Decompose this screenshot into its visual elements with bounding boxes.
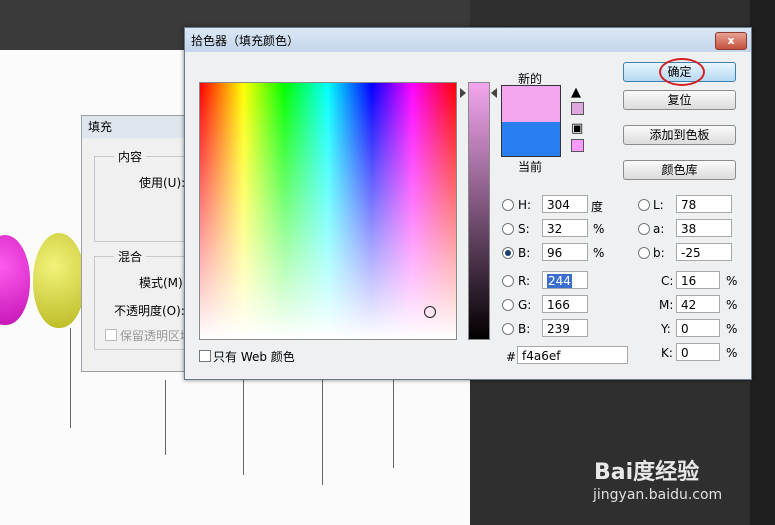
c-field[interactable]: 16 — [676, 271, 720, 289]
y-label: Y: — [661, 322, 671, 336]
k-unit: % — [726, 346, 738, 360]
watermark-url: jingyan.baidu.com — [593, 487, 723, 503]
current-color-label: 当前 — [518, 160, 543, 174]
l-field[interactable]: 78 — [676, 195, 732, 213]
use-label: 使用(U): — [139, 176, 186, 190]
brightness-slider[interactable] — [468, 82, 490, 340]
balloon-magenta — [0, 235, 30, 325]
mode-label: 模式(M): — [139, 276, 187, 290]
lab-b-label: b: — [653, 246, 665, 260]
k-label: K: — [661, 346, 673, 360]
y-field[interactable]: 0 — [676, 319, 720, 337]
m-field[interactable]: 42 — [676, 295, 720, 313]
h-field[interactable]: 304 — [542, 195, 588, 213]
swatch-frame — [501, 85, 561, 157]
radio-lab-b[interactable] — [638, 247, 650, 259]
radio-g[interactable] — [502, 299, 514, 311]
web-cube-icon[interactable]: ▣ — [571, 121, 583, 136]
hex-label: # — [506, 350, 517, 364]
web-only-label: 只有 Web 颜色 — [213, 350, 295, 364]
preserve-checkbox[interactable] — [105, 329, 117, 341]
h-unit: 度 — [591, 200, 604, 214]
content-group-label: 内容 — [114, 148, 147, 165]
s-field[interactable]: 32 — [542, 219, 588, 237]
balloon-yellow — [33, 233, 85, 328]
r-field-value: 244 — [547, 274, 572, 288]
gamut-warning-icon[interactable]: ▲ — [571, 85, 581, 100]
web-only-checkbox[interactable] — [199, 350, 211, 362]
s-unit: % — [593, 222, 605, 236]
radio-r[interactable] — [502, 275, 514, 287]
lab-b-field[interactable]: -25 — [676, 243, 732, 261]
color-picker-dialog: 拾色器（填充颜色） x 新的 当前 ▲ ▣ 确定 复位 添加到色板 颜色库 H:… — [184, 27, 752, 380]
k-field[interactable]: 0 — [676, 343, 720, 361]
close-button[interactable]: x — [715, 32, 747, 50]
r-label: R: — [518, 274, 531, 288]
content-group — [94, 156, 196, 242]
radio-s[interactable] — [502, 223, 514, 235]
m-unit: % — [726, 298, 738, 312]
radio-b[interactable] — [502, 247, 514, 259]
color-field[interactable] — [199, 82, 457, 340]
a-field[interactable]: 38 — [676, 219, 732, 237]
dialog-title: 拾色器（填充颜色） — [191, 34, 300, 48]
title-bar: 拾色器（填充颜色） x — [185, 28, 751, 52]
highlight-ring — [659, 58, 705, 86]
radio-h[interactable] — [502, 199, 514, 211]
balloon-string — [70, 328, 71, 428]
b-unit: % — [593, 246, 605, 260]
watermark-logo: Bai度经验 — [594, 460, 700, 485]
radio-a[interactable] — [638, 223, 650, 235]
reset-button[interactable]: 复位 — [623, 90, 736, 110]
color-libraries-button[interactable]: 颜色库 — [623, 160, 736, 180]
hex-field[interactable]: f4a6ef — [517, 346, 628, 364]
h-label: H: — [518, 198, 532, 212]
slider-arrow-right-icon[interactable] — [491, 88, 497, 98]
color-field-marker[interactable] — [424, 306, 436, 318]
b-field[interactable]: 96 — [542, 243, 588, 261]
right-strip — [750, 0, 775, 525]
blue-field[interactable]: 239 — [542, 319, 588, 337]
y-unit: % — [726, 322, 738, 336]
balloon-string — [393, 380, 394, 468]
add-to-swatches-button[interactable]: 添加到色板 — [623, 125, 736, 145]
g-label: G: — [518, 298, 532, 312]
opacity-label: 不透明度(O): — [114, 304, 185, 318]
m-label: M: — [659, 298, 674, 312]
slider-arrow-left-icon[interactable] — [460, 88, 466, 98]
gamut-swatch[interactable] — [571, 102, 584, 115]
blue-label: B: — [518, 322, 531, 336]
balloon-string — [243, 380, 244, 475]
balloon-string — [165, 380, 166, 455]
preserve-label: 保留透明区域 — [120, 329, 193, 343]
g-field[interactable]: 166 — [542, 295, 588, 313]
balloon-string — [322, 380, 323, 485]
c-unit: % — [726, 274, 738, 288]
fill-dialog-title: 填充 — [82, 116, 192, 138]
b-label: B: — [518, 246, 531, 260]
radio-l[interactable] — [638, 199, 650, 211]
blend-group-label: 混合 — [114, 248, 147, 265]
fill-dialog: 填充 内容 使用(U): 混合 模式(M): 不透明度(O): 保留透明区域 — [81, 115, 196, 372]
c-label: C: — [661, 274, 674, 288]
l-label: L: — [653, 198, 664, 212]
radio-b-rgb[interactable] — [502, 323, 514, 335]
a-label: a: — [653, 222, 665, 236]
s-label: S: — [518, 222, 530, 236]
web-swatch[interactable] — [571, 139, 584, 152]
r-field[interactable]: 244 — [542, 271, 588, 289]
